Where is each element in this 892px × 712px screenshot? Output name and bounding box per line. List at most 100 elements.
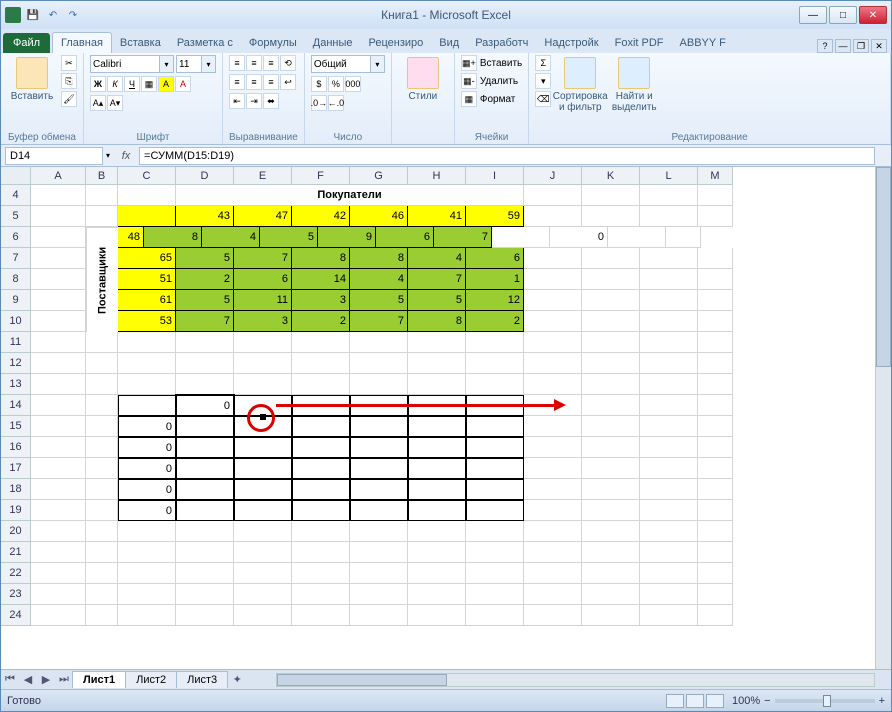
cell[interactable] — [86, 563, 118, 584]
cell[interactable] — [234, 500, 292, 521]
tab-abbyy[interactable]: ABBYY F — [672, 33, 734, 53]
cell[interactable] — [408, 479, 466, 500]
cell[interactable] — [524, 269, 582, 290]
currency-icon[interactable]: $ — [311, 76, 327, 92]
cell[interactable] — [408, 542, 466, 563]
col-header[interactable]: F — [292, 167, 350, 185]
mdi-restore-icon[interactable]: ❐ — [853, 39, 869, 53]
cell[interactable]: 8 — [292, 248, 350, 269]
cell[interactable]: 4 — [350, 269, 408, 290]
cell[interactable] — [698, 605, 733, 626]
cell[interactable]: 59 — [466, 206, 524, 227]
cell[interactable]: 0 — [118, 479, 176, 500]
cell[interactable] — [640, 185, 698, 206]
cell[interactable] — [582, 437, 640, 458]
cell[interactable] — [582, 185, 640, 206]
autosum-icon[interactable]: Σ — [535, 55, 551, 71]
cell[interactable]: 7 — [408, 269, 466, 290]
cell[interactable] — [466, 332, 524, 353]
cell[interactable] — [234, 584, 292, 605]
cell[interactable] — [350, 563, 408, 584]
cell[interactable]: 2 — [176, 269, 234, 290]
cell[interactable] — [698, 437, 733, 458]
cell[interactable] — [234, 437, 292, 458]
cell[interactable] — [31, 353, 86, 374]
cell[interactable] — [118, 374, 176, 395]
row-header[interactable]: 17 — [1, 458, 31, 479]
sheet-tab-2[interactable]: Лист2 — [125, 671, 177, 688]
mdi-min-icon[interactable]: — — [835, 39, 851, 53]
cell[interactable] — [31, 248, 86, 269]
undo-icon[interactable]: ↶ — [45, 7, 61, 23]
cell[interactable] — [640, 584, 698, 605]
row-header[interactable]: 23 — [1, 584, 31, 605]
cell[interactable] — [176, 416, 234, 437]
cell[interactable]: 4 — [202, 227, 260, 248]
zoom-slider[interactable] — [775, 699, 875, 703]
cell[interactable] — [640, 542, 698, 563]
cell[interactable] — [118, 521, 176, 542]
cell[interactable] — [524, 479, 582, 500]
cell[interactable] — [350, 416, 408, 437]
cell[interactable] — [640, 206, 698, 227]
cell[interactable] — [86, 521, 118, 542]
cell[interactable] — [292, 437, 350, 458]
row-header[interactable]: 19 — [1, 500, 31, 521]
cell[interactable] — [466, 500, 524, 521]
cell[interactable] — [408, 353, 466, 374]
cell[interactable] — [524, 563, 582, 584]
cell[interactable] — [176, 605, 234, 626]
col-header[interactable]: I — [466, 167, 524, 185]
cell[interactable]: 0 — [550, 227, 608, 248]
cell[interactable] — [86, 395, 118, 416]
cell[interactable] — [640, 479, 698, 500]
cell[interactable]: 8 — [144, 227, 202, 248]
cell[interactable] — [86, 500, 118, 521]
cell[interactable] — [698, 458, 733, 479]
cell[interactable] — [698, 479, 733, 500]
cell[interactable] — [524, 206, 582, 227]
copy-icon[interactable]: ⎘ — [61, 73, 77, 89]
cell[interactable] — [31, 479, 86, 500]
cell[interactable] — [176, 332, 234, 353]
cell[interactable] — [466, 374, 524, 395]
view-normal-icon[interactable] — [666, 694, 684, 708]
cell[interactable] — [350, 521, 408, 542]
delete-cells-icon[interactable]: ▦- — [461, 73, 477, 89]
cell[interactable]: 5 — [350, 290, 408, 311]
cell[interactable] — [640, 374, 698, 395]
cell[interactable]: 8 — [350, 248, 408, 269]
redo-icon[interactable]: ↷ — [65, 7, 81, 23]
italic-icon[interactable]: К — [107, 76, 123, 92]
cell[interactable] — [640, 605, 698, 626]
cell[interactable] — [118, 395, 176, 416]
cell[interactable] — [292, 542, 350, 563]
cell[interactable] — [176, 374, 234, 395]
sheet-nav-first-icon[interactable]: ⏮ — [1, 673, 19, 686]
cell[interactable] — [640, 521, 698, 542]
row-header[interactable]: 4 — [1, 185, 31, 206]
row-header[interactable]: 21 — [1, 542, 31, 563]
cell[interactable]: 2 — [292, 311, 350, 332]
cell[interactable] — [86, 185, 118, 206]
col-header[interactable]: A — [31, 167, 86, 185]
align-bot-icon[interactable]: ≡ — [263, 55, 279, 71]
cell[interactable]: 3 — [292, 290, 350, 311]
help-icon[interactable]: ? — [817, 39, 833, 53]
cell[interactable] — [86, 353, 118, 374]
cell[interactable] — [582, 563, 640, 584]
file-tab[interactable]: Файл — [3, 33, 50, 53]
cell[interactable] — [698, 416, 733, 437]
cell[interactable] — [118, 563, 176, 584]
cell[interactable]: 9 — [318, 227, 376, 248]
cell[interactable] — [582, 479, 640, 500]
cell[interactable] — [31, 332, 86, 353]
row-header[interactable]: 16 — [1, 437, 31, 458]
col-header[interactable]: D — [176, 167, 234, 185]
align-top-icon[interactable]: ≡ — [229, 55, 245, 71]
wrap-icon[interactable]: ↩ — [280, 74, 296, 90]
cell[interactable]: 0 — [176, 395, 234, 416]
cell[interactable] — [234, 353, 292, 374]
scroll-thumb[interactable] — [876, 167, 891, 367]
cell[interactable] — [350, 332, 408, 353]
